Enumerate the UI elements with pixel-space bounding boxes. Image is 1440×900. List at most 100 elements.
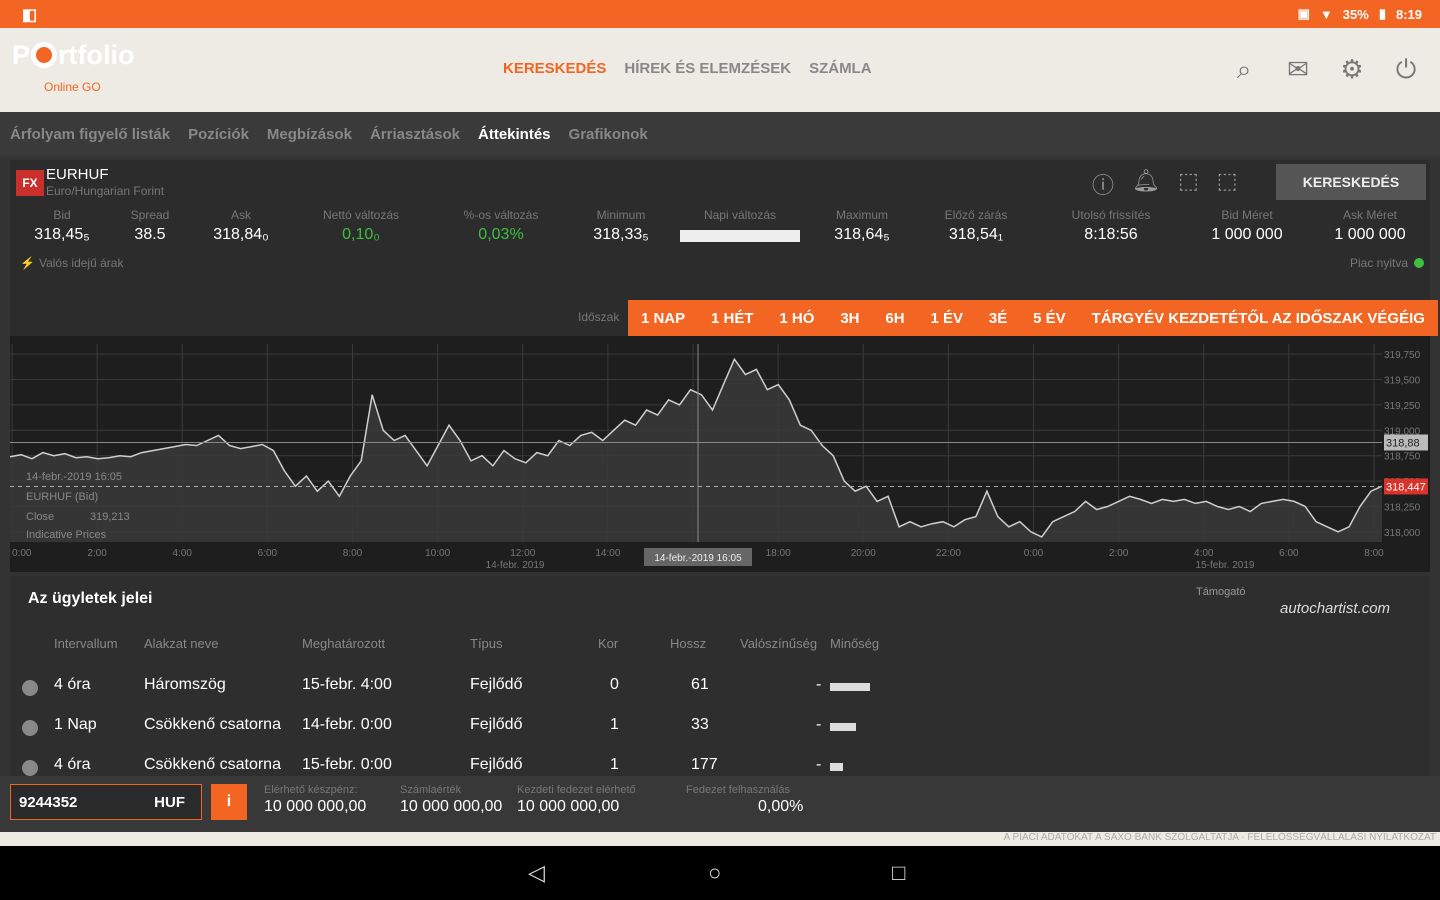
power-icon[interactable]: ⏻ [1392,54,1420,86]
tab-watchlists[interactable]: Árfolyam figyelő listák [10,126,170,143]
tab-overview[interactable]: Áttekintés [478,126,551,143]
signal-length: 177 [691,756,718,773]
signals-title: Az ügyletek jelei [28,590,153,607]
signal-pattern[interactable]: Csökkenő csatorna [144,716,281,734]
col-type[interactable]: Típus [470,636,503,651]
y-tick-label: 318,750 [1384,452,1421,463]
instrument-name: Euro/Hungarian Forint [46,184,165,198]
tab-charts[interactable]: Grafikonok [569,126,648,143]
x-tick-label: 0:00 [1024,548,1044,559]
price-area [10,359,1382,542]
trade-button[interactable]: KERESKEDÉS [1276,164,1426,200]
period-1-ev[interactable]: 1 ÉV [930,310,963,327]
lightning-icon: ⚡ [20,256,35,270]
tooltip-close-label: Close [26,511,54,523]
row-expand-icon[interactable] [22,720,38,736]
signal-probability: - [816,756,822,773]
back-icon[interactable]: ◁ [528,860,545,886]
portfolio-logo[interactable]: Prtfolio [12,40,135,71]
nav-kereskedes[interactable]: KERESKEDÉS [503,60,606,77]
android-nav-bar: ◁ ○ □ [0,846,1440,900]
main-content: FX EURHUF Euro/Hungarian Forint ⓘ 🔔︎ ⬚ ⬚… [0,156,1440,776]
popout-icon[interactable]: ⬚ [1217,168,1238,200]
period-label: Időszak [578,310,620,324]
period-5-ev[interactable]: 5 ÉV [1033,310,1066,327]
col-identified[interactable]: Meghatározott [302,636,385,651]
fx-badge: FX [16,170,44,196]
nav-hirek[interactable]: HÍREK ÉS ELEMZÉSEK [624,60,791,77]
autochartist-logo[interactable]: autochartist.com [1280,600,1390,617]
row-expand-icon[interactable] [22,680,38,696]
daily-range-bar [680,230,800,242]
period-3h[interactable]: 3H [840,310,859,327]
price-chart[interactable]: 0:002:004:006:008:0010:0012:0014:0016:00… [9,336,1430,572]
search-icon[interactable]: ⌕ [1230,54,1258,86]
nav-szamla[interactable]: SZÁMLA [809,60,872,77]
col-age[interactable]: Kor [598,636,618,651]
quote-bid-size: Bid Méret 1 000 000 [1211,208,1283,243]
col-length[interactable]: Hossz [670,636,706,651]
signal-pattern[interactable]: Háromszög [144,676,226,694]
tab-orders[interactable]: Megbízások [267,126,352,143]
logo-circle-icon [31,42,58,68]
x-tick-label: 18:00 [766,548,791,559]
x-tick-label: 2:00 [1109,548,1129,559]
tooltip-close-value: 319,213 [90,511,130,523]
crosshair-date-label: 14-febr.-2019 16:05 [654,553,742,564]
period-1-het[interactable]: 1 HÉT [711,310,754,327]
col-interval[interactable]: Intervallum [54,636,118,651]
account-footer: 9244352 HUF i Elérhető készpénz: 10 000 0… [0,776,1440,832]
stat-initial-margin: Kezdeti fedezet elérhető 10 000 000,00 [517,784,636,815]
col-probability[interactable]: Valószínűség [740,636,817,651]
period-3e[interactable]: 3É [989,310,1007,327]
tooltip-date: 14-febr.-2019 16:05 [26,471,122,483]
col-pattern[interactable]: Alakzat neve [144,636,218,651]
account-info-button[interactable]: i [211,784,247,820]
period-ytd[interactable]: TÁRGYÉV KEZDETÉTŐL AZ IDŐSZAK VÉGÉIG [1092,310,1425,327]
period-6h[interactable]: 6H [885,310,904,327]
signal-pattern[interactable]: Csökkenő csatorna [144,756,281,774]
disclaimer[interactable]: A PIACI ADATOKAT A SAXO BANK SZOLGÁLTATJ… [0,832,1440,846]
quote-minimum: Minimum 318,33₅ [593,208,649,243]
home-icon[interactable]: ○ [708,860,721,886]
battery-percent: 35% [1342,6,1369,22]
recents-icon[interactable]: □ [892,860,905,886]
signals-panel: Az ügyletek jelei Támogató autochartist.… [10,576,1430,776]
alert-bell-icon[interactable]: 🔔︎ [1132,168,1160,200]
tooltip-type: Indicative Prices [26,529,107,541]
x-tick-label: 22:00 [936,548,961,559]
x-tick-label: 10:00 [425,548,450,559]
x-date-label: 15-febr. 2019 [1196,560,1255,571]
period-buttons: 1 NAP 1 HÉT 1 HÓ 3H 6H 1 ÉV 3É 5 ÉV TÁRG… [628,300,1438,336]
y-tick-label: 319,750 [1384,350,1421,361]
x-tick-label: 0:00 [12,548,32,559]
quote-ask: Ask 318,84₀ [213,208,269,243]
mail-icon[interactable]: ✉ [1284,54,1312,86]
top-nav: KERESKEDÉS HÍREK ÉS ELEMZÉSEK SZÁMLA [503,60,872,77]
price-chart-svg: 0:002:004:006:008:0010:0012:0014:0016:00… [9,344,1428,571]
expand-icon[interactable]: ⬚ [1178,168,1199,200]
tab-alerts[interactable]: Árriasztások [370,126,460,143]
signal-age: 1 [610,756,619,773]
instrument-actions: ⓘ 🔔︎ ⬚ ⬚ [1092,168,1238,200]
signal-probability: - [816,676,822,693]
stat-account-value: Számlaérték 10 000 000,00 [400,784,503,815]
notification-icon: ◧ [22,7,38,24]
tab-positions[interactable]: Pozíciók [188,126,249,143]
wifi-icon: ▼ [1319,6,1333,22]
quote-strip: Bid 318,45₅ Spread 38.5 Ask 318,84₀ Nettó v… [10,208,1430,248]
logo-subtitle: Online GO [44,80,101,94]
signal-type: Fejlődő [470,716,523,733]
signal-type: Fejlődő [470,756,523,773]
image-icon: ▣ [1297,6,1310,21]
period-1-nap[interactable]: 1 NAP [641,310,685,327]
info-icon[interactable]: ⓘ [1092,168,1114,200]
account-selector[interactable]: 9244352 HUF [10,784,202,820]
gear-icon[interactable]: ⚙ [1338,54,1366,86]
col-quality[interactable]: Minőség [830,636,879,651]
row-expand-icon[interactable] [22,760,38,776]
clock: 8:19 [1395,6,1422,22]
crosshair-marker-label: 318,88 [1386,437,1420,449]
signal-type: Fejlődő [470,676,523,693]
period-1-ho[interactable]: 1 HÓ [779,310,814,327]
